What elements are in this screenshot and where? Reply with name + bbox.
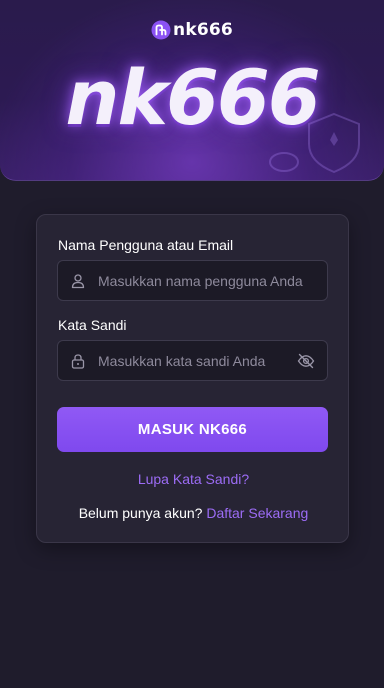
username-field[interactable] — [57, 260, 328, 301]
user-icon — [71, 273, 85, 288]
register-prompt: Belum punya akun? — [78, 505, 203, 521]
eye-off-icon[interactable] — [297, 352, 315, 370]
lock-icon — [71, 353, 85, 369]
password-input[interactable] — [98, 352, 297, 369]
header-banner: nk666 nk666 — [0, 0, 384, 181]
login-page: nk666 nk666 Nama Pengguna atau Email Kat… — [0, 0, 384, 688]
username-label: Nama Pengguna atau Email — [58, 237, 234, 253]
top-logo: nk666 — [0, 20, 384, 40]
register-link[interactable]: Daftar Sekarang — [206, 505, 308, 521]
login-card: Nama Pengguna atau Email Kata Sandi MASU… — [36, 214, 349, 543]
top-logo-text: nk666 — [173, 20, 233, 40]
password-field[interactable] — [57, 340, 328, 381]
password-label: Kata Sandi — [58, 317, 127, 333]
username-input[interactable] — [98, 272, 327, 289]
login-button[interactable]: MASUK NK666 — [57, 407, 328, 452]
shield-decoration-icon — [269, 112, 360, 174]
nk-logo-icon — [151, 20, 171, 40]
register-row: Belum punya akun? Daftar Sekarang — [37, 505, 350, 521]
forgot-password-link[interactable]: Lupa Kata Sandi? — [37, 471, 350, 487]
